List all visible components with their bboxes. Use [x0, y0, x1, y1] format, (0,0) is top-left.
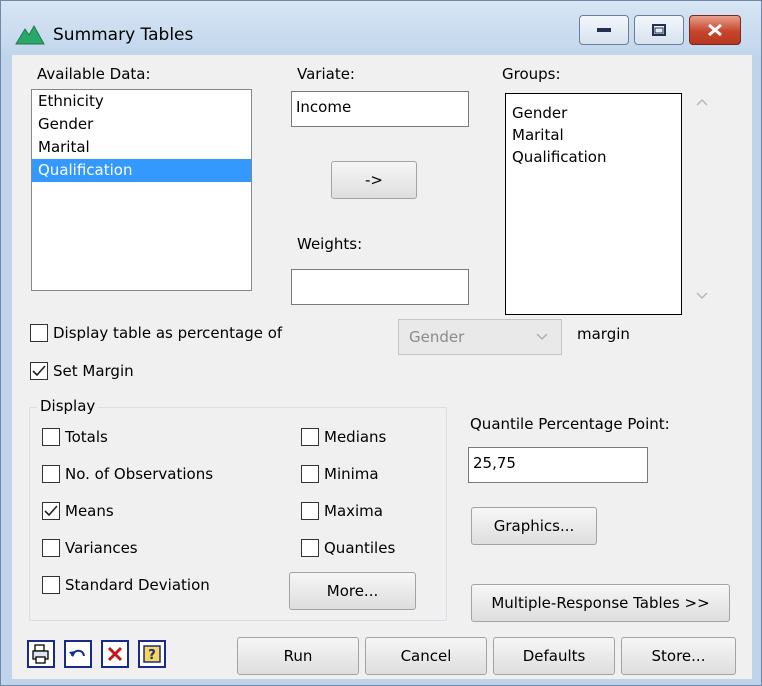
checkbox-box[interactable]: [301, 428, 319, 446]
scroll-down-icon[interactable]: [695, 291, 709, 301]
totals-checkbox[interactable]: Totals: [42, 428, 108, 446]
checkmark-icon: [44, 505, 58, 517]
weights-label: Weights:: [297, 235, 363, 253]
quantiles-label: Quantiles: [324, 539, 396, 557]
std-dev-label: Standard Deviation: [65, 576, 210, 594]
variate-input[interactable]: Income: [291, 91, 469, 127]
checkbox-box[interactable]: [42, 576, 60, 594]
multiple-response-tables-button[interactable]: Multiple-Response Tables >>: [471, 584, 730, 622]
clear-button[interactable]: [101, 640, 129, 668]
medians-checkbox[interactable]: Medians: [301, 428, 386, 446]
close-icon: [107, 646, 123, 662]
defaults-button[interactable]: Defaults: [493, 637, 615, 675]
list-item-selected[interactable]: Qualification: [32, 159, 251, 182]
maxima-label: Maxima: [324, 502, 383, 520]
restore-icon: [652, 24, 666, 36]
undo-icon: [69, 649, 85, 657]
minima-checkbox[interactable]: Minima: [301, 465, 379, 483]
svg-text:?: ?: [148, 648, 156, 663]
display-group-legend: Display: [37, 397, 99, 415]
add-to-groups-button[interactable]: ->: [331, 161, 417, 199]
graphics-button[interactable]: Graphics...: [471, 507, 597, 545]
list-item[interactable]: Gender: [506, 102, 681, 124]
checkbox-box[interactable]: [42, 502, 60, 520]
window-title: Summary Tables: [53, 25, 194, 45]
list-item[interactable]: Qualification: [506, 146, 681, 168]
checkbox-box[interactable]: [30, 324, 48, 342]
list-item[interactable]: Marital: [32, 136, 251, 159]
observations-checkbox[interactable]: No. of Observations: [42, 465, 213, 483]
weights-input[interactable]: [291, 269, 469, 305]
set-margin-label: Set Margin: [53, 362, 134, 380]
minima-label: Minima: [324, 465, 379, 483]
dialog-client-area: Available Data: Ethnicity Gender Marital…: [12, 55, 752, 679]
title-bar[interactable]: Summary Tables: [1, 1, 761, 55]
checkbox-box[interactable]: [30, 362, 48, 380]
chevron-down-icon: [536, 333, 548, 341]
minimize-button[interactable]: [579, 15, 629, 45]
available-data-list[interactable]: Ethnicity Gender Marital Qualification: [31, 89, 252, 291]
quantile-input[interactable]: 25,75: [468, 447, 648, 483]
question-icon: ?: [143, 645, 161, 663]
observations-label: No. of Observations: [65, 465, 214, 483]
percentage-checkbox[interactable]: Display table as percentage of: [30, 324, 282, 342]
checkbox-box[interactable]: [301, 502, 319, 520]
margin-suffix-label: margin: [577, 325, 630, 343]
app-icon: [15, 24, 45, 45]
means-checkbox[interactable]: Means: [42, 502, 114, 520]
groups-list[interactable]: Gender Marital Qualification: [505, 93, 682, 315]
close-icon: [708, 24, 722, 36]
checkbox-box[interactable]: [42, 539, 60, 557]
available-data-label: Available Data:: [37, 65, 151, 83]
set-margin-checkbox[interactable]: Set Margin: [30, 362, 134, 380]
undo-button[interactable]: [64, 640, 92, 668]
summary-tables-window: Summary Tables Available Data: Ethnicity…: [0, 0, 762, 686]
checkbox-box[interactable]: [42, 428, 60, 446]
margin-select[interactable]: Gender: [398, 319, 562, 355]
scroll-up-icon[interactable]: [695, 97, 709, 107]
list-item[interactable]: Gender: [32, 113, 251, 136]
list-item[interactable]: Ethnicity: [32, 90, 251, 113]
variances-checkbox[interactable]: Variances: [42, 539, 138, 557]
run-button[interactable]: Run: [237, 637, 359, 675]
help-button[interactable]: ?: [138, 640, 166, 668]
checkbox-box[interactable]: [301, 539, 319, 557]
checkbox-box[interactable]: [42, 465, 60, 483]
groups-label: Groups:: [502, 65, 561, 83]
quantile-label: Quantile Percentage Point:: [470, 415, 670, 433]
help-book-button[interactable]: [27, 640, 55, 668]
std-dev-checkbox[interactable]: Standard Deviation: [42, 576, 210, 594]
close-window-button[interactable]: [689, 15, 741, 45]
printer-help-icon: [32, 644, 49, 664]
medians-label: Medians: [324, 428, 387, 446]
cancel-button[interactable]: Cancel: [365, 637, 487, 675]
minimize-icon: [597, 28, 611, 32]
variate-label: Variate:: [297, 65, 355, 83]
quantiles-checkbox[interactable]: Quantiles: [301, 539, 395, 557]
variances-label: Variances: [65, 539, 138, 557]
more-button[interactable]: More...: [289, 572, 416, 610]
list-item[interactable]: Marital: [506, 124, 681, 146]
percentage-checkbox-label: Display table as percentage of: [53, 324, 283, 342]
totals-label: Totals: [65, 428, 108, 446]
maximize-button[interactable]: [634, 15, 684, 45]
maxima-checkbox[interactable]: Maxima: [301, 502, 383, 520]
means-label: Means: [65, 502, 114, 520]
checkbox-box[interactable]: [301, 465, 319, 483]
margin-select-value: Gender: [409, 328, 465, 346]
store-button[interactable]: Store...: [621, 637, 736, 675]
checkmark-icon: [32, 365, 46, 377]
